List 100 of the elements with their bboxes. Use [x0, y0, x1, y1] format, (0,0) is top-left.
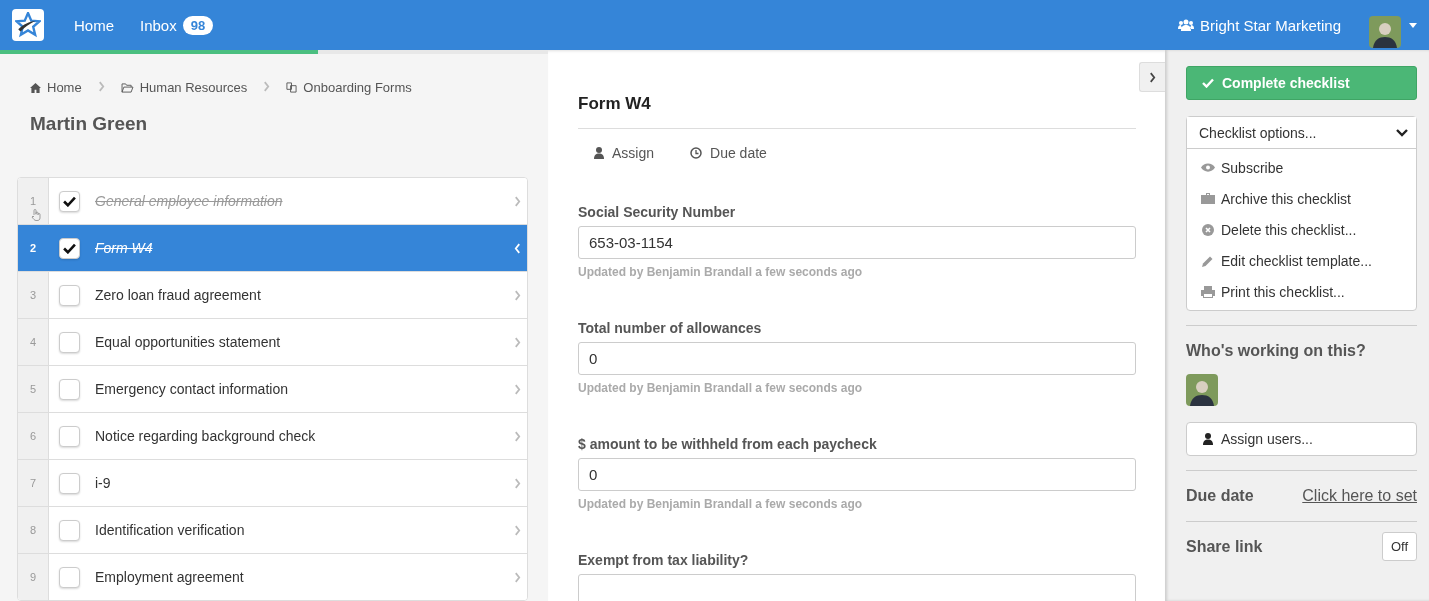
task-label: Equal opportunities statement — [95, 334, 282, 350]
check-icon — [1202, 78, 1214, 88]
checklist-title: Martin Green — [29, 112, 149, 136]
chevron-right-icon — [514, 430, 521, 442]
task-number: 4 — [29, 336, 37, 348]
task-number: 2 — [29, 242, 37, 254]
delete-icon — [1201, 223, 1215, 236]
task-number: 8 — [29, 524, 37, 536]
checkbox[interactable] — [59, 237, 80, 259]
avatar-placeholder — [1186, 374, 1218, 406]
chevron-right-icon — [1149, 71, 1156, 83]
task-label: Employment agreement — [95, 569, 245, 585]
assign-users-button[interactable]: Assign users... — [1186, 422, 1417, 456]
user-icon — [594, 147, 604, 159]
check-icon — [63, 242, 76, 254]
task-row[interactable]: 7 i-9 — [18, 459, 527, 506]
menu-item[interactable]: Delete this checklist... — [1187, 214, 1416, 245]
field-label: $ amount to be withheld from each paycheck — [578, 436, 878, 452]
task-title: Form W4 — [578, 50, 1136, 129]
checkbox[interactable] — [59, 284, 80, 306]
checkbox[interactable] — [59, 472, 80, 494]
documents-icon — [286, 82, 298, 93]
field-label: Exempt from tax liability? — [578, 552, 750, 568]
text-field[interactable]: 653-03-1154 — [578, 226, 1136, 259]
hand-icon[interactable] — [31, 209, 41, 221]
task-row[interactable]: 2 Form W4 — [18, 224, 527, 271]
task-row[interactable]: 9 Employment agreement — [18, 553, 527, 600]
pencil-icon — [1201, 254, 1215, 267]
task-label: General employee information — [95, 193, 284, 209]
chevron-left-icon — [514, 242, 521, 254]
task-number: 7 — [29, 477, 37, 489]
printer-icon — [1201, 285, 1215, 298]
menu-item[interactable]: Edit checklist template... — [1187, 245, 1416, 276]
users-icon — [1178, 19, 1195, 31]
chevron-right-icon — [97, 81, 105, 92]
check-icon — [63, 195, 76, 207]
chevron-right-icon — [514, 571, 521, 583]
user-icon — [1203, 433, 1213, 445]
chevron-right-icon — [514, 289, 521, 301]
chevron-right-icon — [514, 477, 521, 489]
task-row[interactable]: 5 Emergency contact information — [18, 365, 527, 412]
share-toggle[interactable]: Off — [1381, 532, 1417, 561]
folder-icon — [120, 82, 134, 93]
chevron-right-icon — [514, 383, 521, 395]
update-note: Updated by Benjamin Brandall a few seconds ago — [578, 497, 864, 511]
update-note: Updated by Benjamin Brandall a few seconds ago — [578, 265, 864, 279]
set-due-date-link[interactable]: Click here to set — [1302, 487, 1417, 505]
task-row[interactable]: 8 Identification verification — [18, 506, 527, 553]
eye-icon — [1201, 163, 1215, 172]
text-field[interactable]: 0 — [578, 342, 1136, 375]
briefcase-icon — [1201, 193, 1215, 204]
task-number: 9 — [29, 571, 37, 583]
collapse-button[interactable] — [1139, 62, 1165, 92]
chevron-down-icon — [1396, 128, 1408, 137]
organization-name[interactable]: Bright Star Marketing — [1200, 16, 1341, 34]
checkbox[interactable] — [59, 331, 80, 353]
task-label: Zero loan fraud agreement — [95, 287, 262, 303]
breadcrumb-link[interactable]: Home — [47, 80, 82, 95]
options-dropdown-toggle[interactable]: Checklist options... — [1187, 117, 1416, 149]
home-icon — [30, 82, 41, 93]
task-number: 6 — [29, 430, 37, 442]
text-field[interactable]: 0 — [578, 458, 1136, 491]
chevron-right-icon — [514, 524, 521, 536]
chevron-right-icon — [514, 195, 521, 207]
update-note: Updated by Benjamin Brandall a few seconds ago — [578, 381, 864, 395]
task-number: 5 — [29, 383, 37, 395]
nav-link[interactable]: Inbox 98 — [140, 15, 214, 35]
breadcrumb-link[interactable]: Human Resources — [139, 80, 248, 95]
task-label: Identification verification — [95, 522, 246, 538]
field-label: Social Security Number — [578, 204, 737, 220]
checkbox[interactable] — [59, 190, 80, 212]
task-row[interactable]: 3 Zero loan fraud agreement — [18, 271, 527, 318]
menu-item[interactable]: Subscribe — [1187, 152, 1416, 183]
clock-icon — [690, 147, 703, 159]
task-label: Form W4 — [95, 240, 154, 256]
caret-icon[interactable] — [1409, 22, 1417, 28]
due-date-label: Due date — [1186, 487, 1254, 505]
task-row[interactable]: 6 Notice regarding background check — [18, 412, 527, 459]
section-heading: Who's working on this? — [1186, 342, 1367, 360]
nav-link[interactable]: Home — [74, 16, 114, 34]
task-label: i-9 — [95, 475, 112, 491]
field-label: Total number of allowances — [578, 320, 763, 336]
avatar-placeholder[interactable] — [1369, 16, 1401, 48]
text-field[interactable] — [578, 574, 1136, 601]
task-label: Emergency contact information — [95, 381, 289, 397]
share-link-label: Share link — [1186, 537, 1263, 556]
menu-item[interactable]: Print this checklist... — [1187, 276, 1416, 307]
chevron-right-icon — [263, 81, 271, 92]
checkbox[interactable] — [59, 378, 80, 400]
checkbox[interactable] — [59, 425, 80, 447]
menu-item[interactable]: Archive this checklist — [1187, 183, 1416, 214]
task-action-button[interactable]: Due date — [690, 144, 767, 162]
checkbox[interactable] — [59, 519, 80, 541]
task-row[interactable]: 4 Equal opportunities statement — [18, 318, 527, 365]
task-number: 1 — [29, 195, 37, 207]
breadcrumb-link[interactable]: Onboarding Forms — [303, 80, 412, 95]
checkbox[interactable] — [59, 566, 80, 588]
task-action-button[interactable]: Assign — [594, 144, 655, 162]
star-logo-icon[interactable] — [12, 9, 44, 41]
chevron-right-icon — [514, 336, 521, 348]
